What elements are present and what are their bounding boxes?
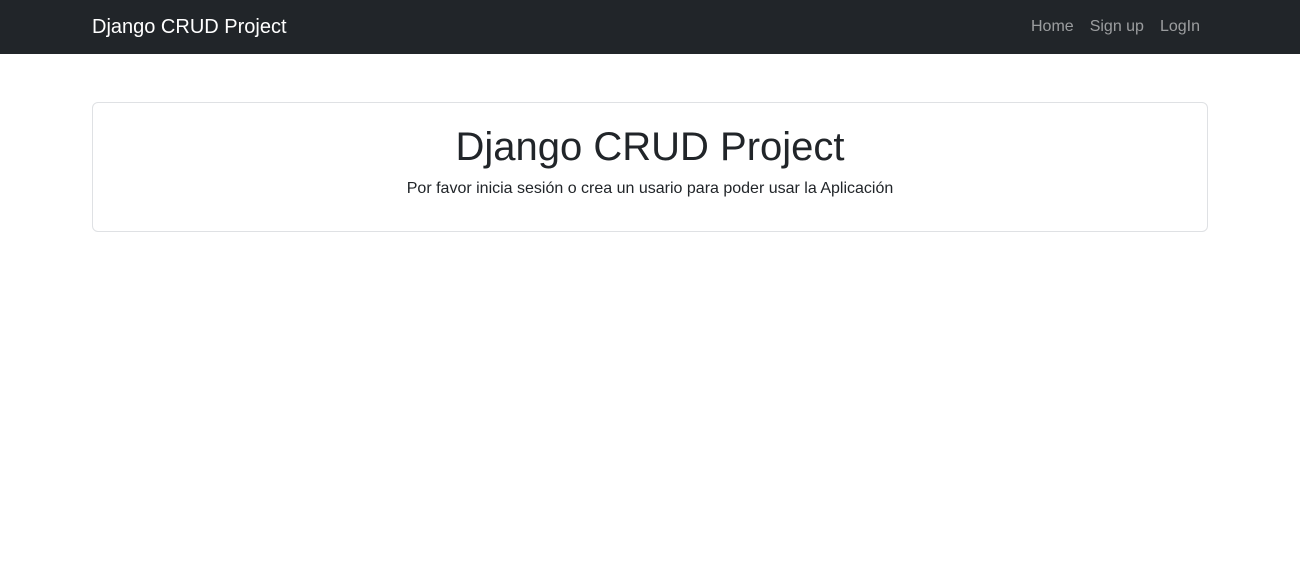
navbar-links: Home Sign up LogIn [1031, 15, 1200, 39]
page-title: Django CRUD Project [455, 125, 845, 169]
nav-link-login[interactable]: LogIn [1160, 15, 1200, 39]
nav-link-home[interactable]: Home [1031, 15, 1074, 39]
navbar-brand-link[interactable]: Django CRUD Project [92, 15, 287, 39]
welcome-card: Django CRUD Project Por favor inicia ses… [92, 102, 1208, 232]
navbar-container: Django CRUD Project Home Sign up LogIn [92, 0, 1208, 54]
top-navbar: Django CRUD Project Home Sign up LogIn [0, 0, 1300, 54]
welcome-message: Por favor inicia sesión o crea un usario… [406, 180, 894, 197]
nav-link-sign-up[interactable]: Sign up [1090, 15, 1144, 39]
